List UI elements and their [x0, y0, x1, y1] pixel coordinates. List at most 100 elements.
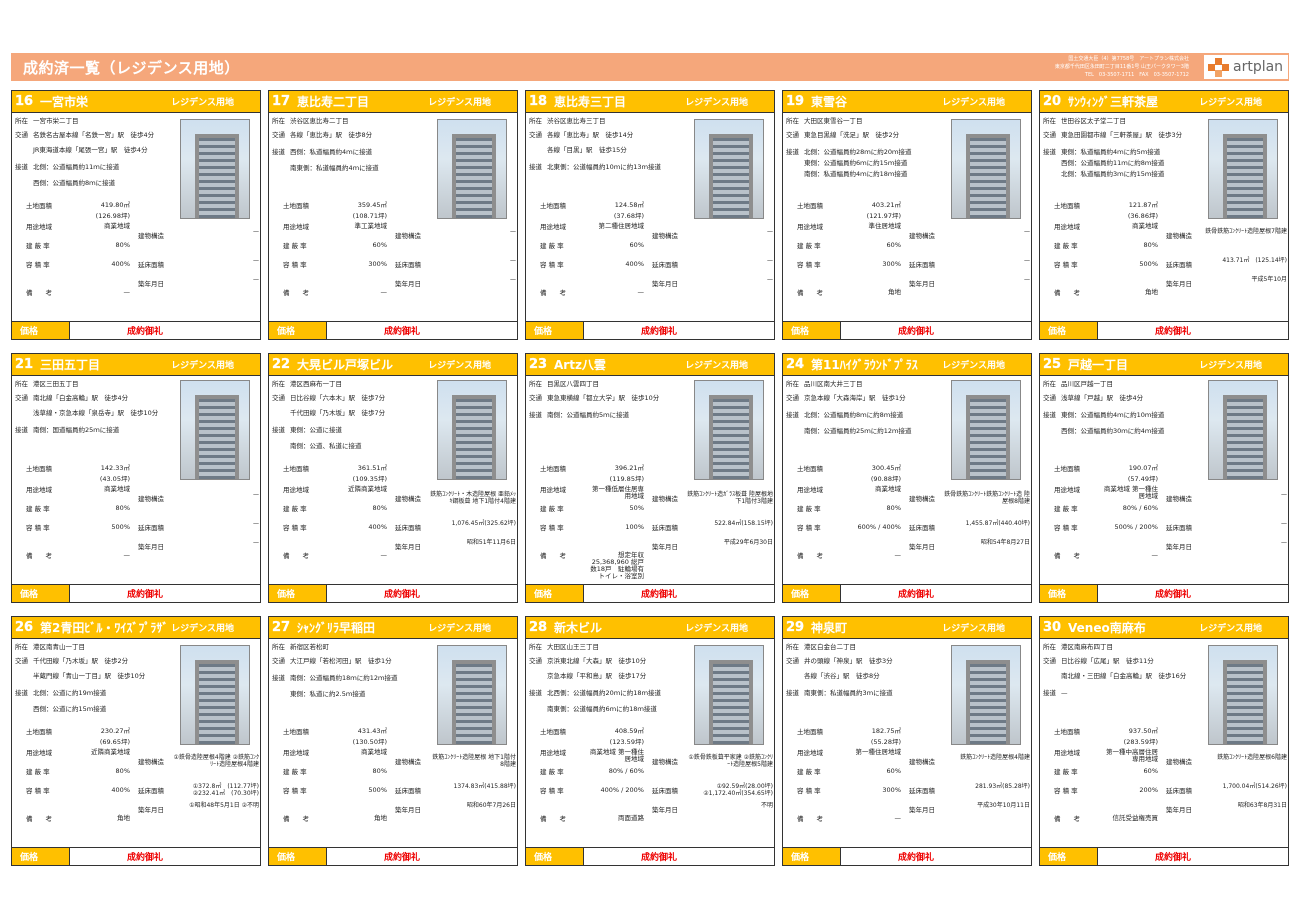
traffic-row: 交通 日比谷線「広尾」駅 徒歩11分: [1043, 657, 1154, 665]
location-value: 港区白金台二丁目: [804, 643, 856, 651]
property-type: レジデンス用地: [685, 624, 748, 634]
location-value: 世田谷区太子堂二丁目: [1061, 117, 1126, 125]
card-body: 所在 港区南青山一丁目 交通 千代田線「乃木坂」駅 徒歩2分 半蔵門線「青山一丁目」駅 …: [12, 640, 260, 847]
built-label: 築年月日: [1166, 543, 1192, 551]
structure-value: —: [1024, 228, 1030, 235]
road-row: 西側：公道幅員約11ｍに約8ｍ接道: [1043, 159, 1164, 167]
floor-area-value: —: [1024, 257, 1030, 264]
traffic-row: 交通 大江戸線「若松河田」駅 徒歩1分: [272, 657, 392, 665]
location-value: 渋谷区恵比寿三丁目: [547, 117, 606, 125]
road-value: 西側：私道幅員約4ｍに接道: [290, 148, 373, 156]
traffic-value: 浅草線「戸越」駅 徒歩4分: [1061, 394, 1144, 402]
floor-area-value: 1,076.45㎡(325.62坪): [451, 520, 516, 527]
traffic-row: JR東海道本線「尾張一宮」駅 徒歩4分: [15, 146, 148, 154]
land-area-label: 土地面積: [26, 728, 52, 736]
property-card[interactable]: 29 神泉町 レジデンス用地 所在 港区白金台二丁目 交通 井の頭線「神泉」駅 徒歩3分 各線…: [782, 616, 1032, 866]
far-value: 500% / 200%: [1114, 523, 1159, 531]
traffic-value: 日比谷線「広尾」駅 徒歩11分: [1061, 657, 1154, 665]
property-card[interactable]: 28 新木ビル レジデンス用地 所在 大田区山王三丁目 交通 京浜東北線「大森」駅 徒歩10…: [525, 616, 775, 866]
land-tsubo-value: (121.97坪): [866, 212, 901, 220]
building-windows: [713, 399, 749, 479]
zoning-value: 商業地域: [1132, 222, 1158, 230]
zoning-value: 近隣商業地域: [91, 748, 130, 756]
property-card[interactable]: 18 恵比寿三丁目 レジデンス用地 所在 渋谷区恵比寿三丁目 交通 各線「恵比寿」駅 徒歩1…: [525, 90, 775, 340]
property-card[interactable]: 24 第11ﾊｲｸﾞﾗｳﾝﾄﾞﾌﾟﾗｽ レジデンス用地 所在 品川区南大井三丁目 交通 京急…: [782, 353, 1032, 603]
property-card[interactable]: 27 ｼｬﾝｸﾞﾘﾗ早稲田 レジデンス用地 所在 新宿区若松町 交通 大江戸線「若松河田」駅…: [268, 616, 518, 866]
property-type: レジデンス用地: [685, 98, 748, 108]
coverage-value: 60%: [886, 767, 901, 775]
zoning-label: 用途地域: [1054, 486, 1080, 494]
road-value: 北側：私道幅員約3ｍに約15ｍ接道: [1061, 170, 1165, 178]
property-card[interactable]: 16 一宮市栄 レジデンス用地 所在 一宮市栄二丁目 交通 名鉄名古屋本線「名鉄一宮」駅 徒…: [11, 90, 261, 340]
price-row: 価格 成約御礼: [12, 321, 260, 339]
floor-area-value: —: [253, 257, 259, 264]
coverage-label: 建 蔽 率: [1054, 768, 1078, 776]
company-license: 国土交通大臣（4）第7758号 アートプラン株式会社: [1068, 56, 1189, 62]
traffic-value: 名鉄名古屋本線「名鉄一宮」駅 徒歩4分: [33, 131, 155, 139]
remarks-value: 想定年収 25,368,960 総戸数18戸 駐輪場有 トイレ・浴室別: [590, 551, 651, 580]
land-tsubo-value: (55.28坪): [870, 738, 901, 746]
remarks-label: 備 考: [283, 815, 309, 823]
traffic-row: 交通 京浜東北線「大森」駅 徒歩10分: [529, 657, 646, 665]
property-card[interactable]: 25 戸越一丁目 レジデンス用地 所在 品川区戸越一丁目 交通 浅草線「戸越」駅 徒歩4分接…: [1039, 353, 1289, 603]
zoning-label: 用途地域: [1054, 749, 1080, 757]
property-card[interactable]: 22 大晃ビル戸塚ビル レジデンス用地 所在 港区西麻布一丁目 交通 日比谷線「六本木」駅 …: [268, 353, 518, 603]
property-card[interactable]: 26 第2青田ﾋﾞﾙ・ﾜｲｽﾞﾌﾟﾗｻﾞ レジデンス用地 所在 港区南青山一丁目 交通 千代…: [11, 616, 261, 866]
structure-label: 建物構造: [909, 758, 935, 766]
property-card[interactable]: 17 恵比寿二丁目 レジデンス用地 所在 渋谷区恵比寿二丁目 交通 各線「恵比寿」駅 徒歩8…: [268, 90, 518, 340]
card-header: 16 一宮市栄 レジデンス用地: [12, 91, 260, 113]
road-row: 接道 北西側：公道幅員約20ｍに約18ｍ接道: [529, 689, 661, 697]
property-photo: [437, 119, 507, 219]
traffic-row: 京急本線「平和島」駅 徒歩17分: [529, 672, 646, 680]
traffic-row: 交通 京急本線「大森海岸」駅 徒歩1分: [786, 394, 906, 402]
location-label: 所在: [786, 117, 799, 125]
structure-label: 建物構造: [395, 495, 421, 503]
built-value: —: [1281, 539, 1287, 546]
road-row: 南側：私道幅員約4ｍに約18ｍ接道: [786, 170, 907, 178]
far-value: 400%: [368, 523, 387, 531]
far-label: 容 積 率: [540, 524, 564, 532]
property-card[interactable]: 23 Artz八雲 レジデンス用地 所在 目黒区八雲四丁目 交通 東急東横線「都立大学」駅 …: [525, 353, 775, 603]
built-value: ①昭和48年5月1日 ②不明: [189, 802, 259, 809]
traffic-value: 京急本線「平和島」駅 徒歩17分: [547, 672, 647, 680]
price-row: 価格 成約御礼: [526, 584, 774, 602]
road-row: 接道 北東側：公道幅員約10ｍに約13ｍ接道: [529, 163, 661, 171]
remarks-value: 角地: [374, 814, 387, 822]
floor-area-label: 延床面積: [395, 524, 421, 532]
card-number: 25: [1043, 357, 1062, 372]
structure-value: ①鉄骨造陸屋根4階建 ②鉄筋ｺﾝｸﾘｰﾄ造陸屋根4階建: [173, 754, 259, 768]
road-row: 接道 南側：国道幅員約25ｍに接道: [15, 426, 119, 434]
price-label: 価格: [269, 585, 327, 602]
zoning-value: 商業地域: [104, 222, 130, 230]
floor-area-value: 413.71㎡ (125.14坪): [1222, 257, 1287, 264]
price-label: 価格: [269, 848, 327, 865]
land-area-value: 403.21㎡: [871, 201, 901, 209]
land-area-value: 419.80㎡: [100, 201, 130, 209]
property-type: レジデンス用地: [428, 624, 491, 634]
card-number: 20: [1043, 94, 1062, 109]
built-label: 築年月日: [1166, 280, 1192, 288]
traffic-value: 各線「目黒」駅 徒歩15分: [547, 146, 627, 154]
building-windows: [199, 399, 235, 479]
road-value: 東側：私道に約2.5ｍ接道: [290, 690, 366, 698]
built-value: —: [253, 276, 259, 283]
location-value: 大田区山王三丁目: [547, 643, 599, 651]
property-card[interactable]: 30 Veneo南麻布 レジデンス用地 所在 港区南麻布四丁目 交通 日比谷線「広尾」駅 徒…: [1039, 616, 1289, 866]
remarks-value: —: [123, 551, 131, 559]
property-name: 東雪谷: [811, 95, 848, 109]
property-name: Artz八雲: [554, 358, 606, 372]
card-body: 所在 世田谷区太子堂二丁目 交通 東急田園都市線「三軒茶屋」駅 徒歩3分 接道 東側：私道…: [1040, 114, 1288, 321]
property-photo: [1208, 380, 1278, 480]
location-label: 所在: [1043, 380, 1056, 388]
property-type: レジデンス用地: [942, 624, 1005, 634]
card-number: 19: [786, 94, 805, 109]
structure-value: 鉄筋ｺﾝｸﾘｰﾄ造陸屋根 地下1階付8階建: [432, 754, 516, 768]
floor-area-label: 延床面積: [1166, 787, 1192, 795]
property-card[interactable]: 21 三田五丁目 レジデンス用地 所在 港区三田五丁目 交通 南北線「白金高輪」駅 徒歩4分…: [11, 353, 261, 603]
road-value: 北側：公道に約19ｍ接道: [33, 689, 107, 697]
property-card[interactable]: 20 ｻﾝｳｨﾝｸﾞ三軒茶屋 レジデンス用地 所在 世田谷区太子堂二丁目 交通 東急田園都市…: [1039, 90, 1289, 340]
structure-label: 建物構造: [1166, 495, 1192, 503]
property-card[interactable]: 19 東雪谷 レジデンス用地 所在 大田区東雪谷一丁目 交通 東急目黒線「洗足」駅 徒歩2分…: [782, 90, 1032, 340]
location-row: 所在 大田区山王三丁目: [529, 643, 599, 651]
land-area-label: 土地面積: [797, 465, 823, 473]
